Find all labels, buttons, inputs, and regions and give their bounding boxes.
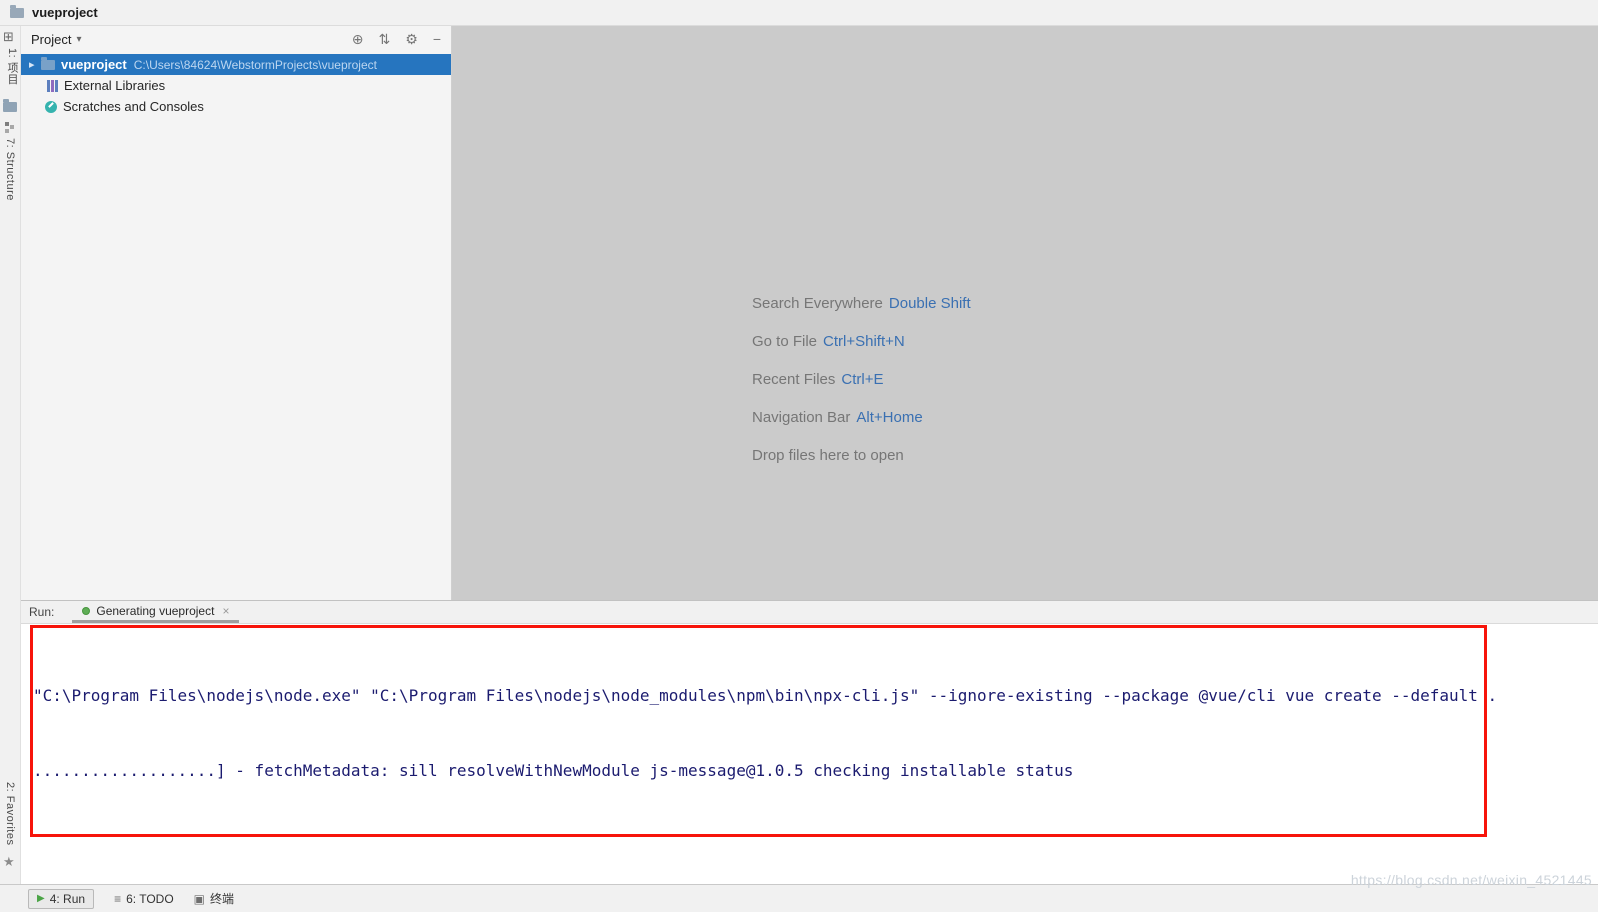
collapse-all-icon[interactable]: ⇅ <box>379 32 391 46</box>
tree-item-name: vueproject <box>61 57 127 72</box>
hint-go-to-file: Go to File Ctrl+Shift+N <box>752 323 971 361</box>
todo-button-label: 6: TODO <box>126 891 174 906</box>
tree-item-name: Scratches and Consoles <box>63 99 204 114</box>
window-title: vueproject <box>32 5 98 20</box>
running-indicator-icon <box>82 606 91 615</box>
favorites-star-icon[interactable]: ★ <box>3 854 15 870</box>
panel-header-toolbar: ⊕ ⇅ ⚙ − <box>352 32 441 46</box>
hint-label: Search Everywhere <box>752 295 883 312</box>
hint-drop-files: Drop files here to open <box>752 437 971 475</box>
keyboard-shortcut-hints: Search Everywhere Double Shift Go to File… <box>752 285 971 475</box>
run-tool-window: Run: Generating vueproject × "C:\Program… <box>21 600 1598 884</box>
hint-recent-files: Recent Files Ctrl+E <box>752 361 971 399</box>
project-panel-header: Project ▾ ⊕ ⇅ ⚙ − <box>21 26 451 52</box>
run-tab-bar: Run: Generating vueproject × <box>21 601 1598 624</box>
project-tree: ▸ vueproject C:\Users\84624\WebstormProj… <box>21 52 451 117</box>
project-panel-title[interactable]: Project <box>31 32 71 47</box>
ide-window: vueproject ⊞ 1: 项目 7: Structure 2: Favor… <box>0 0 1598 912</box>
close-tab-icon[interactable]: × <box>222 604 229 618</box>
hint-search-everywhere: Search Everywhere Double Shift <box>752 285 971 323</box>
hint-label: Go to File <box>752 333 818 350</box>
editor-area: Search Everywhere Double Shift Go to File… <box>452 26 1598 600</box>
console-line: ...................] - fetchMetadata: si… <box>33 761 1074 780</box>
run-tab-generating-vueproject[interactable]: Generating vueproject × <box>72 601 240 623</box>
statusbar-run-button[interactable]: ▶ 4: Run <box>28 888 95 909</box>
watermark: https://blog.csdn.net/weixin_4521445 <box>1350 872 1592 888</box>
terminal-button-label: 终端 <box>210 892 235 906</box>
tree-item-vueproject[interactable]: ▸ vueproject C:\Users\84624\WebstormProj… <box>21 54 451 75</box>
hint-navigation-bar: Navigation Bar Alt+Home <box>752 399 971 437</box>
gear-icon[interactable]: ⚙ <box>405 32 418 46</box>
tree-item-external-libraries[interactable]: External Libraries <box>21 75 451 96</box>
run-tab-title: Generating vueproject <box>96 603 215 618</box>
hint-shortcut: Alt+Home <box>856 409 923 426</box>
status-bar: ▶ 4: Run ≡ 6: TODO ▣ 终端 <box>0 884 1598 912</box>
run-label: Run: <box>29 605 55 619</box>
locate-icon[interactable]: ⊕ <box>352 32 364 46</box>
terminal-icon: ▣ <box>193 891 205 906</box>
title-bar: vueproject <box>0 0 1598 26</box>
run-play-icon: ▶ <box>37 893 45 904</box>
scratches-icon <box>45 100 57 113</box>
expand-caret-icon[interactable]: ▸ <box>29 58 41 71</box>
tool-window-stripe: ⊞ 1: 项目 7: Structure 2: Favorites ★ <box>0 26 21 884</box>
todo-list-icon: ≡ <box>114 891 122 906</box>
hint-shortcut: Ctrl+E <box>841 371 884 388</box>
statusbar-terminal-button[interactable]: ▣ 终端 <box>194 890 234 907</box>
run-button-label: 4: Run <box>49 891 86 906</box>
tree-item-name: External Libraries <box>64 78 166 93</box>
stripe-button-structure[interactable]: 7: Structure <box>4 138 16 201</box>
hint-shortcut: Double Shift <box>888 295 971 312</box>
project-tool-window: Project ▾ ⊕ ⇅ ⚙ − ▸ vueproject C:\Users\… <box>21 26 452 600</box>
folder-icon <box>41 56 55 70</box>
project-window-icon[interactable]: ⊞ <box>3 30 14 43</box>
console-output[interactable]: "C:\Program Files\nodejs\node.exe" "C:\P… <box>21 624 1598 833</box>
stripe-button-project[interactable]: 1: 项目 <box>4 48 20 85</box>
project-folder-icon <box>10 4 24 18</box>
stripe-button-favorites[interactable]: 2: Favorites <box>4 782 16 845</box>
console-line: "C:\Program Files\nodejs\node.exe" "C:\P… <box>33 686 1498 705</box>
tree-item-path: C:\Users\84624\WebstormProjects\vueproje… <box>133 57 377 72</box>
structure-icon[interactable] <box>5 122 9 126</box>
tree-item-scratches-and-consoles[interactable]: Scratches and Consoles <box>21 96 451 117</box>
chevron-down-icon[interactable]: ▾ <box>76 34 81 45</box>
hint-label: Recent Files <box>752 371 836 388</box>
hint-shortcut: Ctrl+Shift+N <box>823 333 905 350</box>
hide-panel-icon[interactable]: − <box>433 32 441 46</box>
folder-stripe-icon[interactable] <box>3 99 17 112</box>
statusbar-todo-button[interactable]: ≡ 6: TODO <box>114 892 174 906</box>
hint-label: Drop files here to open <box>752 447 904 464</box>
libraries-icon <box>47 79 50 92</box>
hint-label: Navigation Bar <box>752 409 851 426</box>
